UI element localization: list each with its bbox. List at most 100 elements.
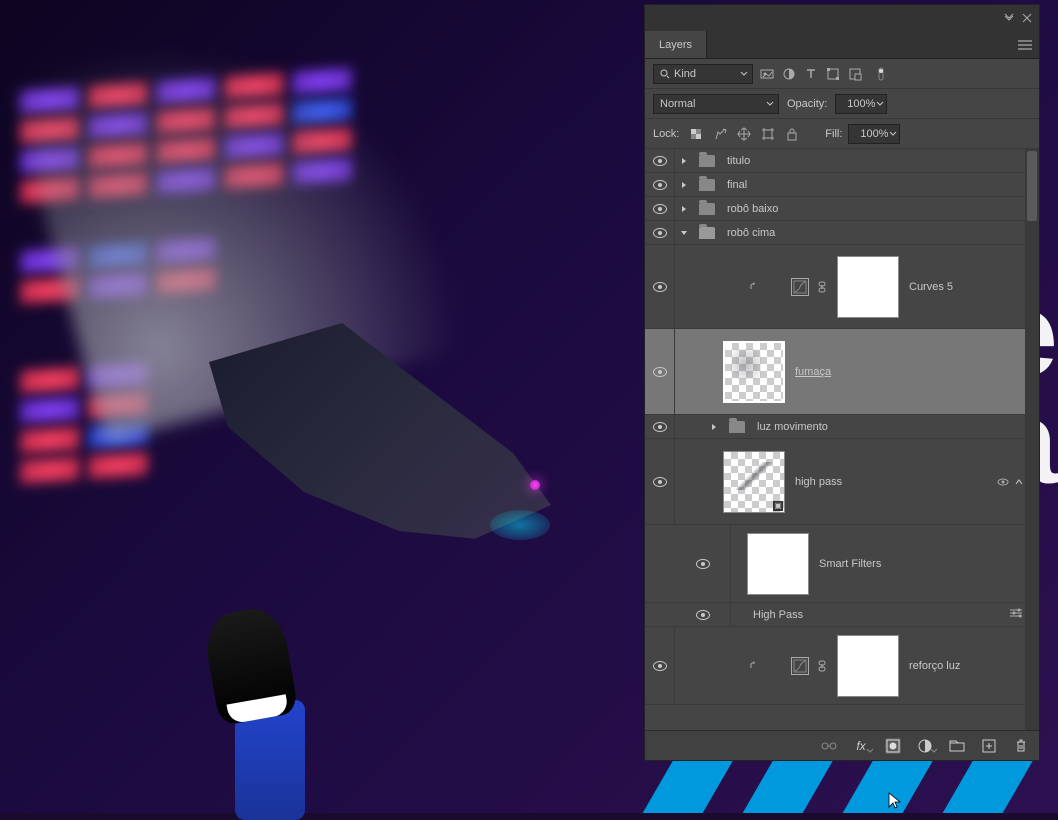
scroll-thumb[interactable] (1027, 151, 1037, 221)
fill-value: 100% (860, 128, 888, 140)
disclosure-icon[interactable] (679, 181, 689, 189)
layer-thumbnail[interactable] (723, 341, 785, 403)
layer-thumbnail[interactable]: ▣ (723, 451, 785, 513)
visibility-toggle-icon[interactable] (653, 180, 667, 190)
smartobject-badge-icon: ▣ (773, 501, 783, 511)
lock-artboard-icon[interactable] (759, 125, 777, 143)
panel-menu-icon[interactable] (1011, 31, 1039, 58)
layer-name[interactable]: robô baixo (727, 203, 778, 215)
layers-panel-footer: fx (645, 730, 1039, 760)
lock-row: Lock: Fill: 100% (645, 119, 1039, 149)
lock-pixels-icon[interactable] (711, 125, 729, 143)
link-layers-icon[interactable] (821, 738, 837, 754)
layer-name[interactable]: robô cima (727, 227, 775, 239)
visibility-toggle-icon[interactable] (653, 422, 667, 432)
filter-options-icon[interactable] (1009, 608, 1023, 622)
blend-mode-row: Normal Opacity: 100% (645, 89, 1039, 119)
filter-adjustment-icon[interactable] (781, 66, 797, 82)
layer-row-group[interactable]: robô baixo (645, 197, 1039, 221)
link-mask-icon[interactable] (817, 660, 829, 672)
adjustment-curves-icon[interactable] (791, 657, 809, 675)
layer-style-icon[interactable]: fx (853, 738, 869, 754)
visibility-toggle-icon[interactable] (653, 156, 667, 166)
floor-stripes (640, 753, 1058, 813)
filter-type-icon[interactable] (803, 66, 819, 82)
blend-mode-select[interactable]: Normal (653, 94, 779, 114)
fill-label: Fill: (825, 128, 842, 140)
disclosure-icon[interactable] (679, 205, 689, 213)
layer-row-smartobject[interactable]: ▣ high pass (645, 439, 1039, 525)
chevron-down-icon (766, 100, 774, 108)
layer-mask-thumb[interactable] (837, 256, 899, 318)
layer-name[interactable]: Curves 5 (909, 281, 953, 293)
layer-name[interactable]: luz movimento (757, 421, 828, 433)
adjustment-curves-icon[interactable] (791, 278, 809, 296)
layer-row-group[interactable]: titulo (645, 149, 1039, 173)
layer-row-raster-selected[interactable]: fumaça (645, 329, 1039, 415)
filter-toggle-icon[interactable] (873, 66, 889, 82)
visibility-toggle-icon[interactable] (653, 282, 667, 292)
layer-row-group[interactable]: final (645, 173, 1039, 197)
visibility-toggle-icon[interactable] (653, 367, 667, 377)
new-layer-icon[interactable] (981, 738, 997, 754)
folder-icon (729, 421, 745, 433)
filter-pixel-icon[interactable] (759, 66, 775, 82)
layer-row-group[interactable]: luz movimento (645, 415, 1039, 439)
new-adjustment-icon[interactable] (917, 738, 933, 754)
filter-smartobject-icon[interactable] (847, 66, 863, 82)
opacity-input[interactable]: 100% (835, 94, 887, 114)
layer-row-group[interactable]: robô cima (645, 221, 1039, 245)
layers-list[interactable]: titulo final robô baixo robô cima (645, 149, 1039, 730)
layer-name[interactable]: reforço luz (909, 660, 960, 672)
layer-name[interactable]: Smart Filters (819, 558, 881, 570)
filter-mask-thumb[interactable] (747, 533, 809, 595)
visibility-toggle-icon[interactable] (696, 610, 710, 620)
layer-name[interactable]: titulo (727, 155, 750, 167)
visibility-toggle-icon[interactable] (653, 204, 667, 214)
new-group-icon[interactable] (949, 738, 965, 754)
blend-mode-label: Normal (660, 98, 695, 110)
layer-name[interactable]: High Pass (753, 609, 803, 621)
lock-position-icon[interactable] (735, 125, 753, 143)
fill-input[interactable]: 100% (848, 124, 900, 144)
filter-shape-icon[interactable] (825, 66, 841, 82)
disclosure-icon[interactable] (679, 157, 689, 165)
folder-open-icon (699, 227, 715, 239)
lock-label: Lock: (653, 128, 679, 140)
tab-label: Layers (659, 39, 692, 51)
layer-filter-row: Kind (645, 59, 1039, 89)
visibility-toggle-icon[interactable] (696, 559, 710, 569)
link-mask-icon[interactable] (817, 281, 829, 293)
folder-icon (699, 155, 715, 167)
scrollbar[interactable] (1025, 149, 1039, 730)
collapse-icon[interactable] (1003, 12, 1015, 24)
disclosure-icon[interactable] (709, 423, 719, 431)
layer-row-adjustment[interactable]: reforço luz (645, 627, 1039, 705)
visibility-toggle-icon[interactable] (653, 661, 667, 671)
lock-all-icon[interactable] (783, 125, 801, 143)
disclosure-up-icon[interactable] (1015, 478, 1023, 486)
visibility-toggle-icon[interactable] (653, 477, 667, 487)
layer-mask-thumb[interactable] (837, 635, 899, 697)
delete-layer-icon[interactable] (1013, 738, 1029, 754)
chevron-down-icon (876, 100, 884, 108)
layer-row-smartfilters[interactable]: Smart Filters (645, 525, 1039, 603)
layer-name[interactable]: high pass (795, 476, 842, 488)
filter-visibility-icon[interactable] (997, 477, 1009, 487)
opacity-value: 100% (847, 98, 875, 110)
filter-type-select[interactable]: Kind (653, 64, 753, 84)
filter-mode-label: Kind (674, 68, 696, 80)
add-mask-icon[interactable] (885, 738, 901, 754)
clip-indicator-icon (749, 660, 761, 672)
tab-layers[interactable]: Layers (645, 31, 707, 58)
layer-row-adjustment[interactable]: Curves 5 (645, 245, 1039, 329)
layer-name[interactable]: final (727, 179, 747, 191)
lock-transparency-icon[interactable] (687, 125, 705, 143)
close-panel-icon[interactable] (1021, 12, 1033, 24)
panel-tabs: Layers (645, 31, 1039, 59)
robot-figure (190, 310, 570, 570)
visibility-toggle-icon[interactable] (653, 228, 667, 238)
layer-row-filter-entry[interactable]: High Pass (645, 603, 1039, 627)
disclosure-icon[interactable] (679, 229, 689, 237)
layer-name[interactable]: fumaça (795, 366, 831, 378)
